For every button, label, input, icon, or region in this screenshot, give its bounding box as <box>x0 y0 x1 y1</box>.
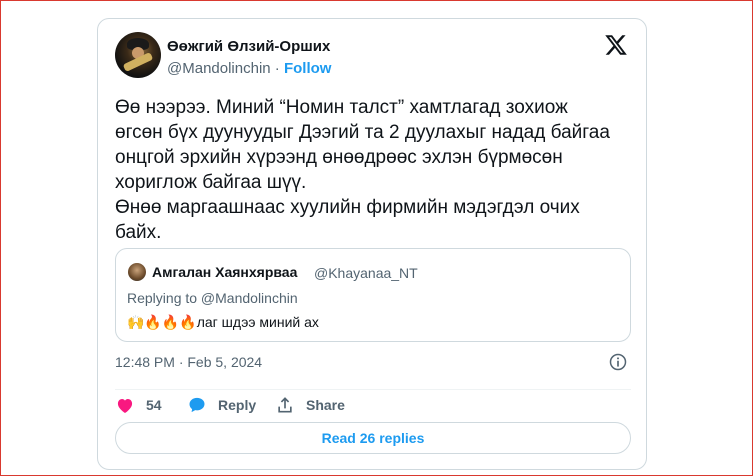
tweet-timestamp[interactable]: 12:48 PM · Feb 5, 2024 <box>115 354 262 370</box>
follow-button[interactable]: Follow <box>284 60 332 77</box>
share-label: Share <box>306 397 345 413</box>
reply-button[interactable]: Reply <box>187 393 256 417</box>
reply-bubble-icon <box>189 397 205 413</box>
quote-replying-to: Replying to @Mandolinchin <box>127 290 298 306</box>
quote-text: 🙌🔥🔥🔥лаг шдээ миний ах <box>127 314 319 330</box>
author-handle-row: @Mandolinchin · Follow <box>167 60 331 77</box>
share-icon <box>278 397 292 413</box>
like-count: 54 <box>146 397 162 413</box>
reply-label: Reply <box>218 397 257 413</box>
quote-author-handle[interactable]: @Khayanaa_NT <box>314 265 418 281</box>
divider <box>115 389 631 390</box>
quoted-tweet[interactable]: Амгалан Хаянхярваа @Khayanaa_NT Replying… <box>115 248 631 342</box>
x-logo-icon[interactable] <box>604 33 628 57</box>
author-name[interactable]: Өөжгий Өлзий-Орших <box>167 38 330 55</box>
tweet-text: Өө нээрээ. Миний “Номин талст” хамтлагад… <box>115 97 610 243</box>
read-replies-button[interactable]: Read 26 replies <box>115 422 631 454</box>
quote-author-name[interactable]: Амгалан Хаянхярваа <box>152 264 297 280</box>
share-button[interactable]: Share <box>275 393 345 417</box>
author-avatar[interactable] <box>115 32 161 78</box>
tweet-card: Өөжгий Өлзий-Орших @Mandolinchin · Follo… <box>97 18 647 470</box>
quote-avatar[interactable] <box>128 263 146 281</box>
heart-icon <box>117 399 133 413</box>
info-icon[interactable] <box>608 352 628 372</box>
author-handle[interactable]: @Mandolinchin <box>167 60 271 77</box>
separator: · <box>274 60 280 77</box>
like-button[interactable]: 54 <box>115 393 162 417</box>
